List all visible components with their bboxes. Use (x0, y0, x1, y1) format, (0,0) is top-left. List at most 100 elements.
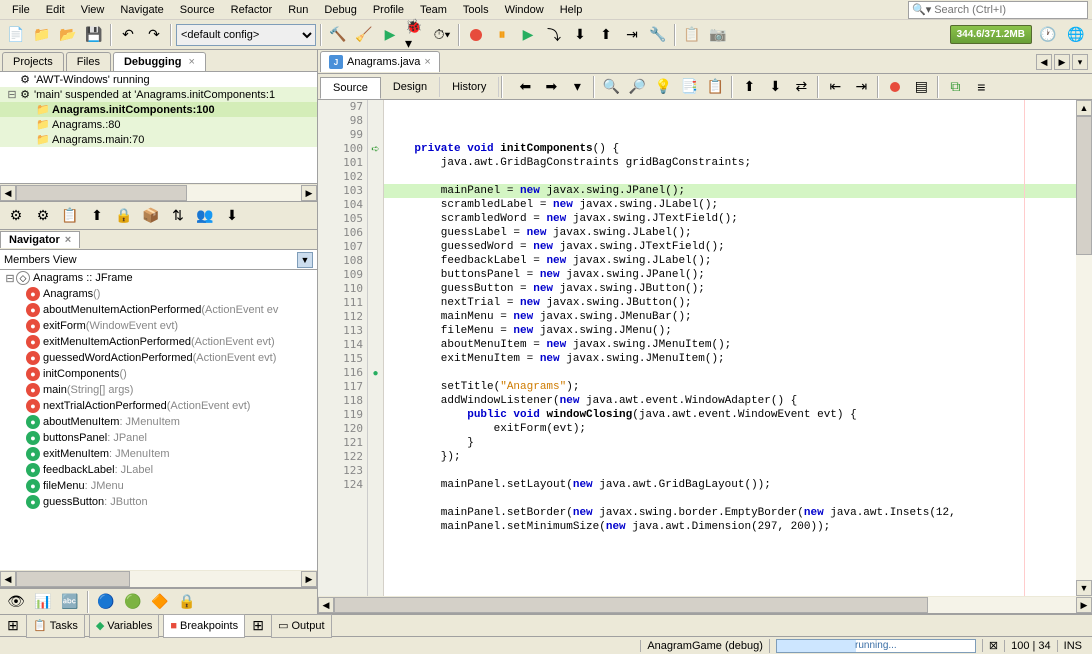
tab-next-button[interactable]: ▶ (1054, 54, 1070, 70)
menu-team[interactable]: Team (412, 2, 455, 18)
forward-button[interactable]: ➡ (539, 75, 563, 99)
close-icon[interactable]: × (185, 56, 194, 68)
clean-build-button[interactable]: 🧹 (352, 23, 376, 47)
navigator-member[interactable]: ●Anagrams() (0, 286, 317, 302)
expand-bottom-button[interactable]: ⊞ (4, 617, 22, 635)
run-config-select[interactable]: <default config> (176, 24, 316, 46)
collapse-all-button[interactable]: ≡ (969, 75, 993, 99)
navigator-member[interactable]: ●exitMenuItemActionPerformed(ActionEvent… (0, 334, 317, 350)
code-line[interactable]: private void initComponents() { (384, 142, 1076, 156)
debug-thread-row[interactable]: ⚙'AWT-Windows' running (0, 72, 317, 87)
make-current-button[interactable]: 📋 (58, 204, 82, 228)
nav-filter2-button[interactable]: 📊 (31, 590, 55, 614)
code-line[interactable]: nextTrial = new javax.swing.JButton(); (384, 296, 1076, 310)
code-line[interactable]: mainPanel.setBorder(new javax.swing.bord… (384, 506, 1076, 520)
profile-button[interactable]: ⏱▾ (430, 23, 454, 47)
code-line[interactable]: exitForm(evt); (384, 422, 1076, 436)
filter3-button[interactable]: ⬇ (220, 204, 244, 228)
close-icon[interactable]: × (424, 56, 430, 68)
debug-thread-row[interactable]: 📁Anagrams.:80 (0, 117, 317, 132)
code-line[interactable]: public void windowClosing(java.awt.event… (384, 408, 1076, 422)
expand-bottom-button2[interactable]: ⊞ (249, 614, 267, 638)
nav-filter3-button[interactable]: 🔤 (58, 590, 82, 614)
filter1-button[interactable]: ⇅ (166, 204, 190, 228)
undo-button[interactable]: ↶ (116, 23, 140, 47)
nav-filter7-button[interactable]: 🔒 (175, 590, 199, 614)
navigator-member[interactable]: ●aboutMenuItemActionPerformed(ActionEven… (0, 302, 317, 318)
debug-tree-hscroll[interactable]: ◀ ▶ (0, 184, 317, 202)
clock-icon[interactable]: 🕐 (1036, 23, 1060, 47)
menu-debug[interactable]: Debug (316, 2, 364, 18)
navigator-member[interactable]: ●nextTrialActionPerformed(ActionEvent ev… (0, 398, 317, 414)
menu-navigate[interactable]: Navigate (112, 2, 171, 18)
glyph-margin[interactable]: ➪● (368, 100, 384, 596)
editor-subtab-history[interactable]: History (440, 77, 499, 97)
code-line[interactable] (384, 464, 1076, 478)
navigator-member[interactable]: ●aboutMenuItem : JMenuItem (0, 414, 317, 430)
code-line[interactable] (384, 366, 1076, 380)
code-line[interactable]: }); (384, 450, 1076, 464)
code-line[interactable]: exitMenuItem = new javax.swing.JMenuItem… (384, 352, 1076, 366)
editor-hscroll[interactable]: ◀ ▶ (318, 596, 1092, 614)
debug-button[interactable]: 🐞▾ (404, 23, 428, 47)
update-button[interactable]: 🌐 (1064, 23, 1088, 47)
debug-thread-row[interactable]: ⊟⚙'main' suspended at 'Anagrams.initComp… (0, 87, 317, 102)
debug-thread-row[interactable]: 📁Anagrams.initComponents:100 (0, 102, 317, 117)
camera-button[interactable]: 📷 (706, 23, 730, 47)
record-macro-button[interactable] (883, 75, 907, 99)
unlock-button[interactable]: 📦 (139, 204, 163, 228)
navigator-member[interactable]: ●guessedWordActionPerformed(ActionEvent … (0, 350, 317, 366)
file-tab-anagrams[interactable]: J Anagrams.java × (320, 51, 440, 72)
code-line[interactable]: scrambledWord = new javax.swing.JTextFie… (384, 212, 1076, 226)
navigator-member[interactable]: ●initComponents() (0, 366, 317, 382)
navigator-member[interactable]: ●feedbackLabel : JLabel (0, 462, 317, 478)
step-over-button[interactable]: ⤵ (542, 23, 566, 47)
menu-window[interactable]: Window (497, 2, 552, 18)
pop-frame-button[interactable]: ⬆ (85, 204, 109, 228)
navigator-tab[interactable]: Navigator × (0, 231, 80, 248)
debug-thread-tree[interactable]: ⚙'AWT-Windows' running⊟⚙'main' suspended… (0, 72, 317, 184)
members-view-dropdown[interactable]: Members View ▼ (0, 250, 317, 270)
panel-tab-projects[interactable]: Projects (2, 52, 64, 71)
new-file-button[interactable]: 📄 (4, 23, 28, 47)
bottom-tab-output[interactable]: ▭ Output (271, 614, 331, 638)
scroll-left-icon[interactable]: ◀ (0, 185, 16, 201)
menu-run[interactable]: Run (280, 2, 316, 18)
build-button[interactable]: 🔨 (326, 23, 350, 47)
toggle-button[interactable]: 📋 (703, 75, 727, 99)
bottom-tab-tasks[interactable]: 📋 Tasks (26, 614, 85, 638)
continue-button[interactable]: ▶ (516, 23, 540, 47)
code-line[interactable]: scrambledLabel = new javax.swing.JLabel(… (384, 198, 1076, 212)
code-line[interactable]: setTitle("Anagrams"); (384, 380, 1076, 394)
diff-button[interactable]: ⧉ (943, 75, 967, 99)
code-line[interactable]: aboutMenuItem = new javax.swing.JMenuIte… (384, 338, 1076, 352)
menu-help[interactable]: Help (552, 2, 591, 18)
editor-subtab-design[interactable]: Design (381, 77, 440, 97)
code-line[interactable] (384, 170, 1076, 184)
code-line[interactable]: feedbackLabel = new javax.swing.JLabel()… (384, 254, 1076, 268)
resume-thread-button[interactable]: ⚙ (4, 204, 28, 228)
code-line[interactable]: mainPanel.setMinimumSize(new java.awt.Di… (384, 520, 1076, 534)
editor-subtab-source[interactable]: Source (320, 77, 381, 99)
bookmark-button[interactable]: 📑 (677, 75, 701, 99)
lock-button[interactable]: 🔒 (112, 204, 136, 228)
menu-source[interactable]: Source (172, 2, 223, 18)
menu-file[interactable]: File (4, 2, 38, 18)
menu-profile[interactable]: Profile (365, 2, 412, 18)
code-line[interactable]: mainMenu = new javax.swing.JMenuBar(); (384, 310, 1076, 324)
pause-button[interactable]: ⏸ (490, 23, 514, 47)
editor-vscroll[interactable]: ▲ ▼ (1076, 100, 1092, 596)
open-button[interactable]: 📂 (56, 23, 80, 47)
nav-filter4-button[interactable]: 🔵 (94, 590, 118, 614)
save-all-button[interactable]: 💾 (82, 23, 106, 47)
step-into-button[interactable]: ⬇ (568, 23, 592, 47)
quick-search[interactable]: 🔍▾ (908, 1, 1088, 19)
code-line[interactable]: mainPanel = new javax.swing.JPanel(); (384, 184, 1076, 198)
navigator-hscroll[interactable]: ◀ ▶ (0, 570, 317, 588)
navigator-member[interactable]: ●fileMenu : JMenu (0, 478, 317, 494)
shift-left-button[interactable]: ⬆ (737, 75, 761, 99)
code-line[interactable] (384, 492, 1076, 506)
tab-list-button[interactable]: ▾ (1072, 54, 1088, 70)
navigator-root[interactable]: ⊟ ◇ Anagrams :: JFrame (0, 270, 317, 286)
menu-tools[interactable]: Tools (455, 2, 497, 18)
